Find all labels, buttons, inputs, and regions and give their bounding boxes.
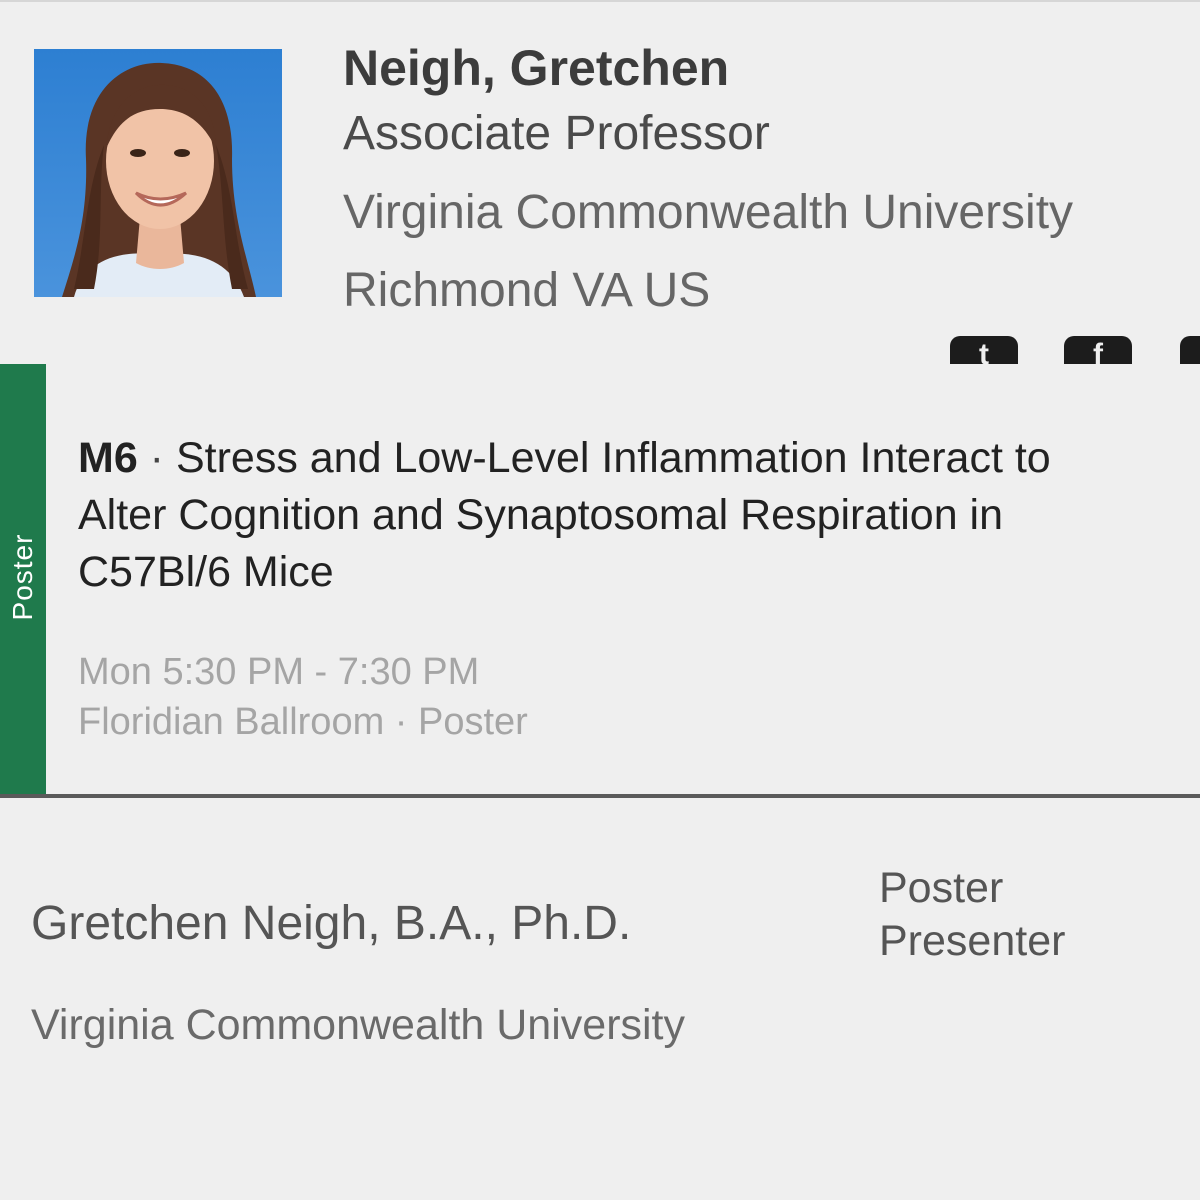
session-title-text: Stress and Low-Level Inflammation Intera… <box>175 434 1051 482</box>
profile-location: Richmond VA US <box>343 264 711 317</box>
presenter-role: Poster Presenter <box>879 864 1066 965</box>
session-title-line-2: Alter Cognition and Synaptosomal Respira… <box>78 491 1004 539</box>
presenter-name[interactable]: Gretchen Neigh, B.A., Ph.D. <box>31 895 631 953</box>
profile-name: Neigh, Gretchen <box>343 40 730 96</box>
session-location: Floridian Ballroom · Poster <box>78 701 528 743</box>
session-title-line-1: M6 · Stress and Low-Level Inflammation I… <box>78 430 1200 487</box>
presenter-organization: Virginia Commonwealth University <box>31 1001 686 1049</box>
profile-organization: Virginia Commonwealth University <box>343 186 1074 239</box>
session-title-line-3: C57Bl/6 Mice <box>78 548 334 596</box>
session-card[interactable]: Poster M6 · Stress and Low-Level Inflamm… <box>0 364 1200 798</box>
session-separator: · <box>137 434 176 482</box>
top-divider <box>0 0 1200 2</box>
category-strip: Poster <box>0 364 46 794</box>
session-time: Mon 5:30 PM - 7:30 PM <box>78 651 480 693</box>
session-code: M6 <box>78 434 138 482</box>
session-title: M6 · Stress and Low-Level Inflammation I… <box>78 430 1200 601</box>
profile-title: Associate Professor <box>343 107 770 160</box>
profile-photo <box>34 49 282 297</box>
category-label: Poster <box>7 533 38 621</box>
